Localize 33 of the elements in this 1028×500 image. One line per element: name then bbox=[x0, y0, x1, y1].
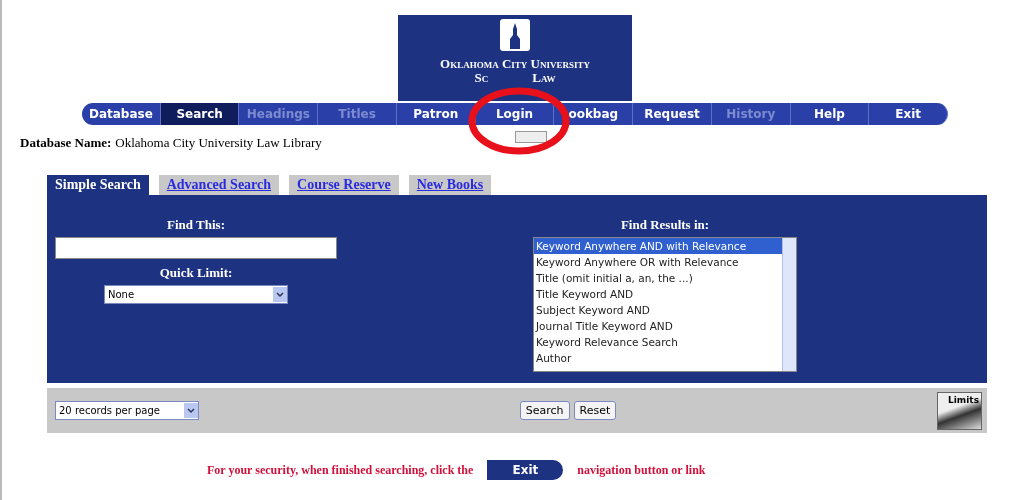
tab[interactable]: Simple Search bbox=[47, 175, 149, 195]
results-listbox[interactable] bbox=[533, 237, 797, 372]
image-placeholder bbox=[515, 131, 547, 143]
search-field[interactable] bbox=[55, 237, 337, 259]
nav-button[interactable]: Login bbox=[475, 103, 555, 125]
nav-button[interactable]: Request bbox=[633, 103, 712, 125]
database-name: Oklahoma City University Law Library bbox=[115, 135, 322, 151]
database-label: Database Name: bbox=[20, 135, 112, 151]
scrollbar[interactable] bbox=[782, 238, 796, 371]
quick-limit-select[interactable]: None bbox=[104, 285, 288, 304]
find-this-label: Find This: bbox=[167, 217, 225, 233]
logo-text: Law bbox=[532, 71, 556, 85]
security-notice: navigation button or link bbox=[577, 462, 706, 478]
quick-limit-label: Quick Limit: bbox=[159, 265, 233, 281]
tab[interactable]: Course Reserve bbox=[289, 175, 399, 195]
per-page-select[interactable]: 20 records per page bbox=[55, 401, 199, 420]
limits-button[interactable]: Limits bbox=[937, 391, 982, 430]
logo-text: Sc bbox=[474, 71, 489, 85]
find-results-label: Find Results in: bbox=[620, 217, 710, 233]
nav-button[interactable]: Exit bbox=[869, 103, 949, 125]
logo-text: Oklahoma City University bbox=[440, 57, 590, 71]
nav-button[interactable]: Patron bbox=[396, 103, 476, 125]
form-button[interactable]: Reset bbox=[573, 401, 617, 420]
nav-button[interactable]: Database bbox=[82, 103, 161, 125]
tab[interactable]: New Books bbox=[408, 175, 492, 195]
nav-button[interactable]: Search bbox=[160, 103, 240, 125]
form-button[interactable]: Search bbox=[519, 401, 570, 420]
list-option[interactable]: Keyword Anywhere AND with Relevance bbox=[534, 238, 782, 254]
security-notice: For your security, when finished searching, click the bbox=[207, 462, 474, 478]
exit-button[interactable]: Exit bbox=[487, 460, 564, 480]
tower-icon bbox=[500, 19, 530, 51]
tab[interactable]: Advanced Search bbox=[158, 175, 280, 195]
nav-button[interactable]: Help bbox=[790, 103, 870, 125]
